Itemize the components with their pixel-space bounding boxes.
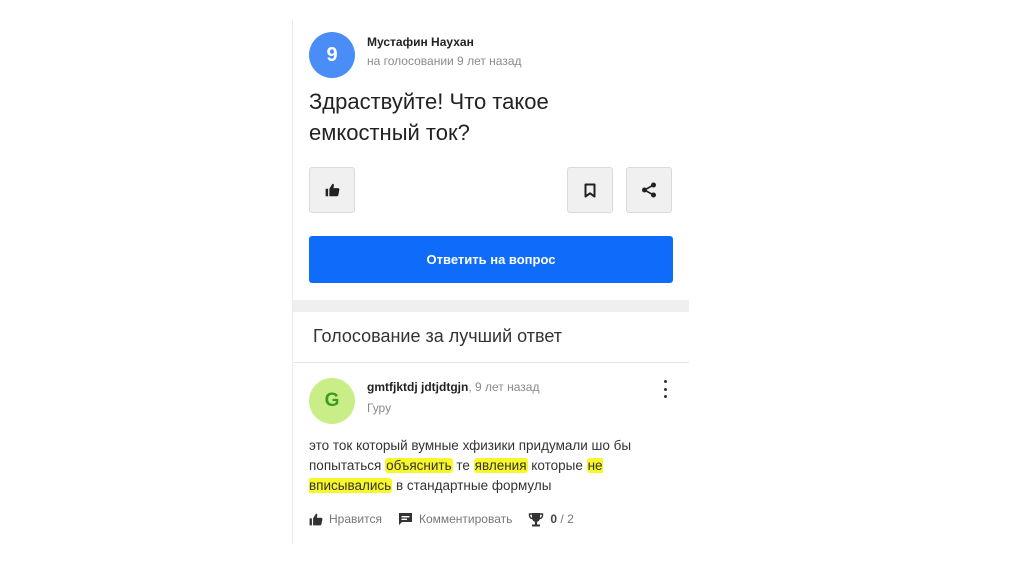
section-divider [293, 300, 689, 312]
kebab-dot [663, 380, 667, 383]
answer-like-label: Нравится [329, 512, 382, 526]
question-author-avatar[interactable]: 9 [309, 32, 355, 78]
kebab-dot [663, 395, 667, 398]
question-meta: на голосовании 9 лет назад [367, 54, 522, 68]
like-button[interactable] [309, 167, 355, 213]
answer-author-name[interactable]: gmtfjktdj jdtjdtgjn [367, 380, 468, 394]
share-button[interactable] [626, 167, 672, 213]
answer-author-rank: Гуру [367, 401, 392, 415]
answer-actions: Нравится Комментировать 0 / 2 [309, 510, 574, 528]
answer-comment-label: Комментировать [418, 512, 513, 526]
thumbs-up-icon [309, 513, 323, 526]
best-answer-vote-button[interactable]: 0 / 2 [528, 512, 574, 527]
question-text-line: емкостный ток? [309, 120, 470, 145]
highlighted-text: явления [473, 458, 528, 473]
answer-author-separator: , [468, 380, 472, 394]
trophy-icon [528, 512, 544, 527]
answer-comment-button[interactable]: Комментировать [398, 512, 512, 526]
question-text-line: Здраствуйте! Что такое [309, 89, 549, 114]
more-options-icon[interactable] [659, 380, 671, 398]
question-text: Здраствуйте! Что такое емкостный ток? [309, 86, 609, 148]
answer-like-button[interactable]: Нравится [309, 512, 382, 526]
thumbs-up-icon [325, 183, 339, 197]
question-author-name[interactable]: Мустафин Наухан [367, 35, 474, 49]
answer-text-part: в стандартные формулы [392, 478, 552, 493]
answer-text: это ток который вумные хфизики придумали… [309, 436, 679, 496]
comment-icon [398, 512, 413, 526]
share-icon [642, 182, 656, 198]
vote-score-current: 0 [550, 512, 558, 526]
answer-author-avatar[interactable]: G [309, 378, 355, 424]
answer-time: 9 лет назад [475, 380, 540, 394]
answer-text-part: те [452, 458, 474, 473]
vote-score-total: / 2 [560, 512, 574, 526]
highlighted-text: объяснить [385, 458, 453, 473]
answer-text-part: которые [527, 458, 587, 473]
question-card: 9 Мустафин Наухан на голосовании 9 лет н… [292, 20, 689, 544]
voting-section-title: Голосование за лучший ответ [313, 326, 563, 346]
kebab-dot [663, 387, 667, 391]
bookmark-icon [584, 183, 596, 197]
section-divider-line [293, 362, 689, 363]
bookmark-button[interactable] [567, 167, 613, 213]
answer-question-button[interactable]: Ответить на вопрос [309, 236, 673, 283]
answer-author-line: gmtfjktdj jdtjdtgjn, 9 лет назад [367, 380, 539, 394]
